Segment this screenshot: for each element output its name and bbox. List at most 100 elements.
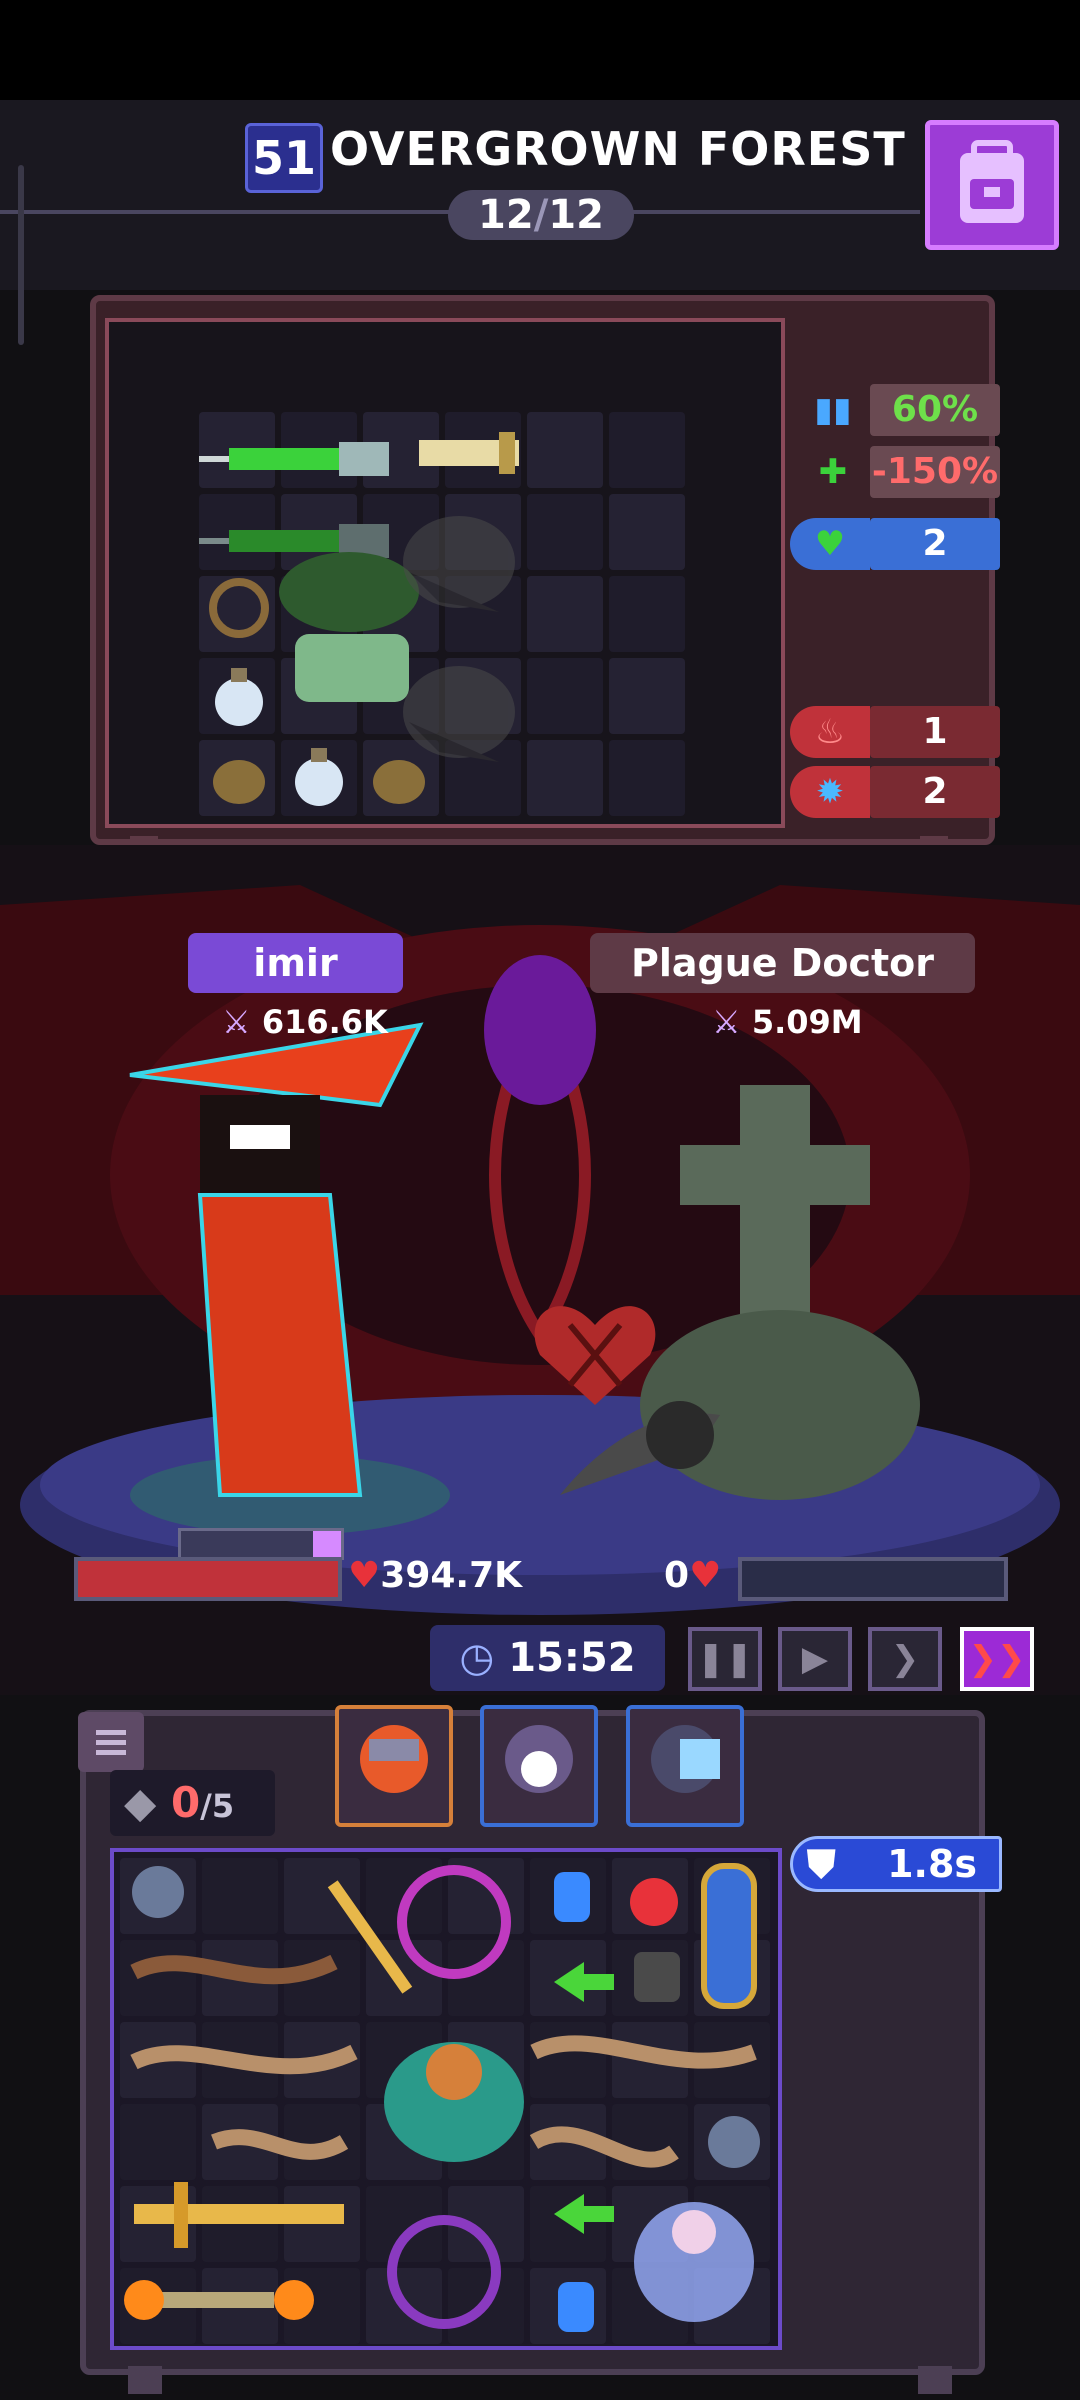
- battle-scene: imir ⚔ 616.6K Plague Doctor ⚔ 5.09M ♥394…: [0, 845, 1080, 1695]
- enemy-hp-bar: [738, 1557, 1008, 1601]
- fire-torch-icon: [124, 2280, 314, 2320]
- plague-mask-icon: [403, 666, 515, 762]
- cooldown-value: 1.8s: [887, 1842, 977, 1886]
- stat-value: 60%: [891, 389, 979, 430]
- mana-potion-icon: [558, 2282, 594, 2332]
- stat-multi-hit: 60% ▮▮: [805, 384, 1000, 436]
- heart-shield-icon: ♥: [790, 518, 870, 570]
- dagger-icon: [419, 432, 519, 474]
- status-bar: [0, 0, 1080, 100]
- stage-title: OVERGROWN FOREST: [330, 122, 906, 176]
- ring-icon: [209, 578, 269, 638]
- magic-staff-icon: [327, 1865, 511, 1994]
- stat-value: 2: [922, 523, 948, 564]
- plague-mask-icon: [403, 516, 515, 612]
- player-name: imir: [253, 941, 338, 985]
- stat-value: 1: [922, 711, 948, 752]
- heart-icon: ♥: [689, 1555, 722, 1596]
- diamond-icon: ◆: [124, 1778, 157, 1827]
- syringe-icon: [199, 442, 389, 476]
- enemy-item-grid: [105, 318, 785, 828]
- heart-icon: ♥: [348, 1555, 381, 1596]
- stat-value: -150%: [871, 451, 999, 492]
- player-hp: ♥394.7K: [348, 1555, 522, 1596]
- enemy-power-value: 5.09M: [751, 1003, 863, 1041]
- snow-globe-icon: [708, 2116, 760, 2168]
- player-hp-value: 394.7K: [380, 1555, 523, 1596]
- stat-heart-shield: 2 ♥: [790, 518, 1000, 570]
- inventory-cell[interactable]: [609, 658, 685, 734]
- inventory-cell[interactable]: [609, 494, 685, 570]
- menu-button[interactable]: [78, 1712, 144, 1772]
- plant-creature-icon: [384, 2042, 524, 2162]
- hero-slot-ice-mage[interactable]: [626, 1705, 744, 1827]
- play-icon: ▶: [801, 1639, 829, 1679]
- burn-icon: ♨: [790, 706, 870, 758]
- scrollbar[interactable]: [18, 165, 24, 345]
- sack-icon: [213, 760, 265, 804]
- enemy-hp-value: 0: [664, 1555, 690, 1596]
- enemy-power: ⚔ 5.09M: [712, 1003, 863, 1041]
- hero-slot-fire-knight[interactable]: [335, 1705, 453, 1827]
- panel-foot-left: [128, 2366, 162, 2394]
- play-button[interactable]: ▶: [778, 1627, 852, 1691]
- shield-icon: [701, 1863, 757, 2009]
- player-name-plate: imir: [188, 933, 403, 993]
- inventory-cell[interactable]: [609, 576, 685, 652]
- battle-timer: ◷ 15:52: [430, 1625, 665, 1691]
- wave-current: 12: [478, 192, 534, 238]
- health-potion-icon: [630, 1878, 678, 1926]
- stat-value-bg: 60%: [870, 384, 1000, 436]
- fast-forward-button[interactable]: ❯: [868, 1627, 942, 1691]
- player-mana-fill: [313, 1531, 341, 1557]
- potion-icon: [215, 668, 263, 726]
- panel-foot-right: [918, 2366, 952, 2394]
- stat-burn: 1 ♨: [790, 706, 1000, 758]
- mana-potion-icon: [554, 1872, 590, 1922]
- magic-staff-icon: [387, 2215, 501, 2329]
- wave-counter: 12/12: [448, 190, 634, 240]
- player-hp-bar: [74, 1557, 342, 1601]
- no-heal-icon: ✚: [818, 452, 848, 492]
- timer-value: 15:52: [508, 1635, 636, 1681]
- player-item-grid: [110, 1848, 782, 2350]
- hero-slot-plague-mage[interactable]: [480, 1705, 598, 1827]
- stat-value-bg: 2: [870, 766, 1000, 818]
- fire-knight-icon: [360, 1725, 428, 1793]
- backpack-icon: [960, 140, 1024, 223]
- multi-bar-icon: ▮▮: [814, 390, 852, 430]
- stat-value-bg: 1: [870, 706, 1000, 758]
- arrow-icon: [554, 2194, 614, 2234]
- player-mana-bar: [178, 1528, 344, 1560]
- player-power: ⚔ 616.6K: [222, 1003, 388, 1041]
- inventory-cell[interactable]: [609, 412, 685, 488]
- sword-icon: ⚔: [712, 1003, 741, 1041]
- clock-icon: ◷: [459, 1635, 495, 1681]
- plant-jar-icon: [279, 552, 419, 702]
- potion-icon: [295, 748, 343, 806]
- player-hp-fill: [78, 1561, 338, 1597]
- stat-heal-reduction: -150% ✚: [805, 446, 1000, 498]
- fast-forward-icon: ❯: [890, 1639, 920, 1679]
- double-speed-icon: ❯❯: [968, 1639, 1026, 1679]
- header-divider-right: [630, 210, 920, 214]
- stage-number-badge: 51: [245, 123, 323, 193]
- pause-icon: ❚❚: [696, 1639, 754, 1679]
- double-speed-button[interactable]: ❯❯: [960, 1627, 1034, 1691]
- enemy-items-art: [199, 432, 519, 806]
- pause-button[interactable]: ❚❚: [688, 1627, 762, 1691]
- player-items-art: [124, 1863, 760, 2332]
- inventory-cell[interactable]: [609, 740, 685, 816]
- stat-value-bg: 2: [870, 518, 1000, 570]
- player-power-value: 616.6K: [261, 1003, 388, 1041]
- header-divider-left: [0, 210, 460, 214]
- backpack-button[interactable]: [925, 120, 1059, 250]
- cooldown-badge: ⛊ 1.8s: [790, 1836, 1002, 1892]
- enemy-name-plate: Plague Doctor: [590, 933, 975, 993]
- stat-gear: 2 ✹: [790, 766, 1000, 818]
- stat-value: 2: [922, 771, 948, 812]
- shield-icon: ⛊: [807, 1842, 836, 1886]
- snow-globe-icon: [132, 1866, 184, 1918]
- glove-icon: [634, 1952, 680, 2002]
- plague-mage-icon: [505, 1725, 573, 1793]
